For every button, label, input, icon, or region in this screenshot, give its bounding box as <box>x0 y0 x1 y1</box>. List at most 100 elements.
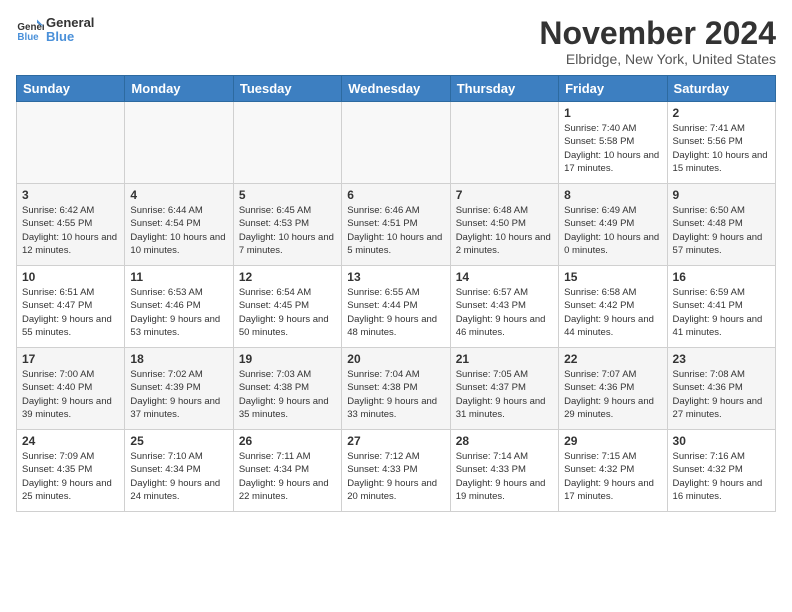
calendar-cell <box>342 102 450 184</box>
calendar-cell: 19 Sunrise: 7:03 AM Sunset: 4:38 PM Dayli… <box>233 348 341 430</box>
header-section: General Blue General Blue November 2024 … <box>16 16 776 67</box>
svg-text:Blue: Blue <box>17 32 39 43</box>
calendar-cell: 1 Sunrise: 7:40 AM Sunset: 5:58 PM Daylig… <box>559 102 667 184</box>
day-number: 27 <box>347 434 444 448</box>
calendar-cell: 21 Sunrise: 7:05 AM Sunset: 4:37 PM Dayli… <box>450 348 558 430</box>
day-number: 22 <box>564 352 661 366</box>
day-number: 1 <box>564 106 661 120</box>
calendar-header-saturday: Saturday <box>667 76 775 102</box>
day-info: Sunrise: 6:48 AM Sunset: 4:50 PM Dayligh… <box>456 204 553 257</box>
calendar-cell: 15Sunrise: 6:58 AM Sunset: 4:42 PM Dayli… <box>559 266 667 348</box>
calendar-cell: 8Sunrise: 6:49 AM Sunset: 4:49 PM Daylig… <box>559 184 667 266</box>
calendar-cell <box>125 102 233 184</box>
calendar-cell <box>450 102 558 184</box>
day-number: 30 <box>673 434 770 448</box>
calendar-cell: 6 Sunrise: 6:46 AM Sunset: 4:51 PM Daylig… <box>342 184 450 266</box>
calendar-cell <box>17 102 125 184</box>
calendar-cell: 17Sunrise: 7:00 AM Sunset: 4:40 PM Dayli… <box>17 348 125 430</box>
calendar-cell: 9Sunrise: 6:50 AM Sunset: 4:48 PM Daylig… <box>667 184 775 266</box>
day-number: 21 <box>456 352 553 366</box>
calendar-header-friday: Friday <box>559 76 667 102</box>
day-number: 6 <box>347 188 444 202</box>
day-number: 7 <box>456 188 553 202</box>
day-info: Sunrise: 6:45 AM Sunset: 4:53 PM Dayligh… <box>239 204 336 257</box>
day-number: 20 <box>347 352 444 366</box>
calendar-cell: 25Sunrise: 7:10 AM Sunset: 4:34 PM Dayli… <box>125 430 233 512</box>
day-info: Sunrise: 7:07 AM Sunset: 4:36 PM Dayligh… <box>564 368 661 421</box>
day-info: Sunrise: 7:05 AM Sunset: 4:37 PM Dayligh… <box>456 368 553 421</box>
calendar-cell: 13 Sunrise: 6:55 AM Sunset: 4:44 PM Dayli… <box>342 266 450 348</box>
page-container: General Blue General Blue November 2024 … <box>0 0 792 520</box>
day-number: 14 <box>456 270 553 284</box>
day-info: Sunrise: 7:03 AM Sunset: 4:38 PM Dayligh… <box>239 368 336 421</box>
calendar-cell: 29 Sunrise: 7:15 AM Sunset: 4:32 PM Dayli… <box>559 430 667 512</box>
day-number: 19 <box>239 352 336 366</box>
day-info: Sunrise: 7:00 AM Sunset: 4:40 PM Dayligh… <box>22 368 119 421</box>
day-info: Sunrise: 6:53 AM Sunset: 4:46 PM Dayligh… <box>130 286 227 339</box>
location: Elbridge, New York, United States <box>539 51 776 67</box>
calendar-header-tuesday: Tuesday <box>233 76 341 102</box>
day-info: Sunrise: 6:59 AM Sunset: 4:41 PM Dayligh… <box>673 286 770 339</box>
day-number: 24 <box>22 434 119 448</box>
calendar-header-monday: Monday <box>125 76 233 102</box>
logo-icon: General Blue <box>16 16 44 44</box>
day-info: Sunrise: 6:49 AM Sunset: 4:49 PM Dayligh… <box>564 204 661 257</box>
calendar-cell: 4Sunrise: 6:44 AM Sunset: 4:54 PM Daylig… <box>125 184 233 266</box>
day-number: 10 <box>22 270 119 284</box>
calendar-cell: 20 Sunrise: 7:04 AM Sunset: 4:38 PM Dayli… <box>342 348 450 430</box>
day-info: Sunrise: 7:04 AM Sunset: 4:38 PM Dayligh… <box>347 368 444 421</box>
day-info: Sunrise: 7:40 AM Sunset: 5:58 PM Dayligh… <box>564 122 661 175</box>
day-info: Sunrise: 7:08 AM Sunset: 4:36 PM Dayligh… <box>673 368 770 421</box>
day-number: 29 <box>564 434 661 448</box>
calendar-header-thursday: Thursday <box>450 76 558 102</box>
calendar-cell: 22 Sunrise: 7:07 AM Sunset: 4:36 PM Dayli… <box>559 348 667 430</box>
calendar-week-2: 3Sunrise: 6:42 AM Sunset: 4:55 PM Daylig… <box>17 184 776 266</box>
day-number: 12 <box>239 270 336 284</box>
day-number: 18 <box>130 352 227 366</box>
calendar-week-4: 17Sunrise: 7:00 AM Sunset: 4:40 PM Dayli… <box>17 348 776 430</box>
day-info: Sunrise: 7:12 AM Sunset: 4:33 PM Dayligh… <box>347 450 444 503</box>
title-section: November 2024 Elbridge, New York, United… <box>539 16 776 67</box>
logo-general: General <box>46 16 94 30</box>
day-info: Sunrise: 7:02 AM Sunset: 4:39 PM Dayligh… <box>130 368 227 421</box>
calendar-cell: 27 Sunrise: 7:12 AM Sunset: 4:33 PM Dayli… <box>342 430 450 512</box>
day-number: 13 <box>347 270 444 284</box>
calendar-header-row: SundayMondayTuesdayWednesdayThursdayFrid… <box>17 76 776 102</box>
calendar-cell: 11 Sunrise: 6:53 AM Sunset: 4:46 PM Dayli… <box>125 266 233 348</box>
day-number: 23 <box>673 352 770 366</box>
day-info: Sunrise: 6:42 AM Sunset: 4:55 PM Dayligh… <box>22 204 119 257</box>
calendar-header-wednesday: Wednesday <box>342 76 450 102</box>
day-number: 25 <box>130 434 227 448</box>
calendar-cell: 12 Sunrise: 6:54 AM Sunset: 4:45 PM Dayli… <box>233 266 341 348</box>
day-info: Sunrise: 7:09 AM Sunset: 4:35 PM Dayligh… <box>22 450 119 503</box>
day-info: Sunrise: 6:46 AM Sunset: 4:51 PM Dayligh… <box>347 204 444 257</box>
calendar-cell: 10Sunrise: 6:51 AM Sunset: 4:47 PM Dayli… <box>17 266 125 348</box>
day-number: 4 <box>130 188 227 202</box>
logo-blue: Blue <box>46 30 94 44</box>
day-info: Sunrise: 7:16 AM Sunset: 4:32 PM Dayligh… <box>673 450 770 503</box>
day-info: Sunrise: 7:15 AM Sunset: 4:32 PM Dayligh… <box>564 450 661 503</box>
calendar-cell: 16Sunrise: 6:59 AM Sunset: 4:41 PM Dayli… <box>667 266 775 348</box>
day-info: Sunrise: 6:55 AM Sunset: 4:44 PM Dayligh… <box>347 286 444 339</box>
logo: General Blue General Blue <box>16 16 94 45</box>
day-info: Sunrise: 7:14 AM Sunset: 4:33 PM Dayligh… <box>456 450 553 503</box>
day-number: 2 <box>673 106 770 120</box>
calendar-cell: 2Sunrise: 7:41 AM Sunset: 5:56 PM Daylig… <box>667 102 775 184</box>
calendar-cell: 14Sunrise: 6:57 AM Sunset: 4:43 PM Dayli… <box>450 266 558 348</box>
calendar-cell: 7 Sunrise: 6:48 AM Sunset: 4:50 PM Daylig… <box>450 184 558 266</box>
calendar-cell: 18 Sunrise: 7:02 AM Sunset: 4:39 PM Dayli… <box>125 348 233 430</box>
day-info: Sunrise: 6:54 AM Sunset: 4:45 PM Dayligh… <box>239 286 336 339</box>
day-number: 5 <box>239 188 336 202</box>
day-number: 11 <box>130 270 227 284</box>
calendar-cell: 30 Sunrise: 7:16 AM Sunset: 4:32 PM Dayli… <box>667 430 775 512</box>
calendar-cell <box>233 102 341 184</box>
calendar-cell: 23 Sunrise: 7:08 AM Sunset: 4:36 PM Dayli… <box>667 348 775 430</box>
calendar-cell: 24 Sunrise: 7:09 AM Sunset: 4:35 PM Dayli… <box>17 430 125 512</box>
calendar: SundayMondayTuesdayWednesdayThursdayFrid… <box>16 75 776 512</box>
day-info: Sunrise: 6:50 AM Sunset: 4:48 PM Dayligh… <box>673 204 770 257</box>
calendar-cell: 5 Sunrise: 6:45 AM Sunset: 4:53 PM Daylig… <box>233 184 341 266</box>
calendar-week-1: 1 Sunrise: 7:40 AM Sunset: 5:58 PM Daylig… <box>17 102 776 184</box>
day-info: Sunrise: 6:58 AM Sunset: 4:42 PM Dayligh… <box>564 286 661 339</box>
calendar-header-sunday: Sunday <box>17 76 125 102</box>
calendar-week-3: 10Sunrise: 6:51 AM Sunset: 4:47 PM Dayli… <box>17 266 776 348</box>
